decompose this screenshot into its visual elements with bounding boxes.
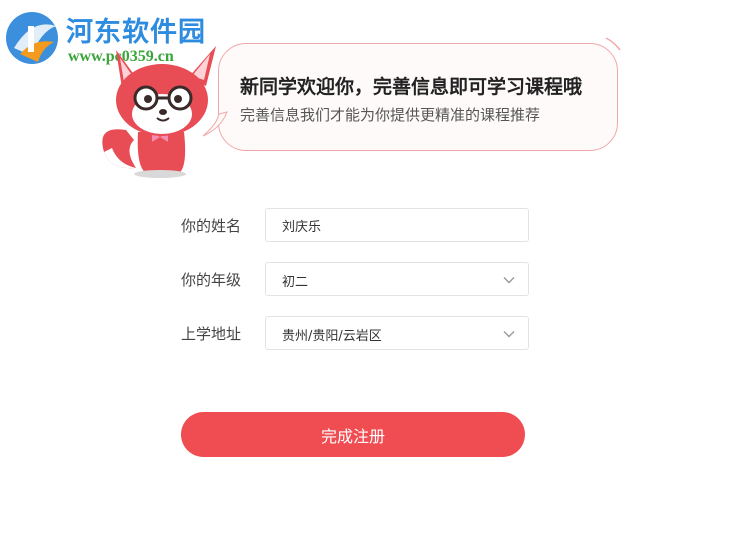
name-input[interactable] bbox=[266, 209, 528, 241]
name-field[interactable] bbox=[265, 208, 529, 242]
address-label: 上学地址 bbox=[181, 325, 242, 343]
address-select[interactable]: 贵州/贵阳/云岩区 bbox=[265, 316, 529, 350]
watermark-logo-icon bbox=[6, 12, 58, 64]
bubble-tail-icon bbox=[202, 111, 228, 137]
chevron-down-icon bbox=[503, 331, 515, 338]
chevron-down-icon bbox=[503, 277, 515, 284]
address-value: 贵州/贵阳/云岩区 bbox=[282, 329, 382, 344]
welcome-title: 新同学欢迎你，完善信息即可学习课程哦 bbox=[240, 76, 583, 98]
grade-select[interactable]: 初二 bbox=[265, 262, 529, 296]
bubble-corner-icon bbox=[605, 37, 621, 51]
name-label: 你的姓名 bbox=[181, 217, 242, 235]
welcome-subtitle: 完善信息我们才能为你提供更精准的课程推荐 bbox=[240, 106, 541, 124]
grade-value: 初二 bbox=[282, 275, 309, 290]
complete-registration-button[interactable]: 完成注册 bbox=[181, 412, 525, 457]
grade-label: 你的年级 bbox=[181, 271, 242, 289]
